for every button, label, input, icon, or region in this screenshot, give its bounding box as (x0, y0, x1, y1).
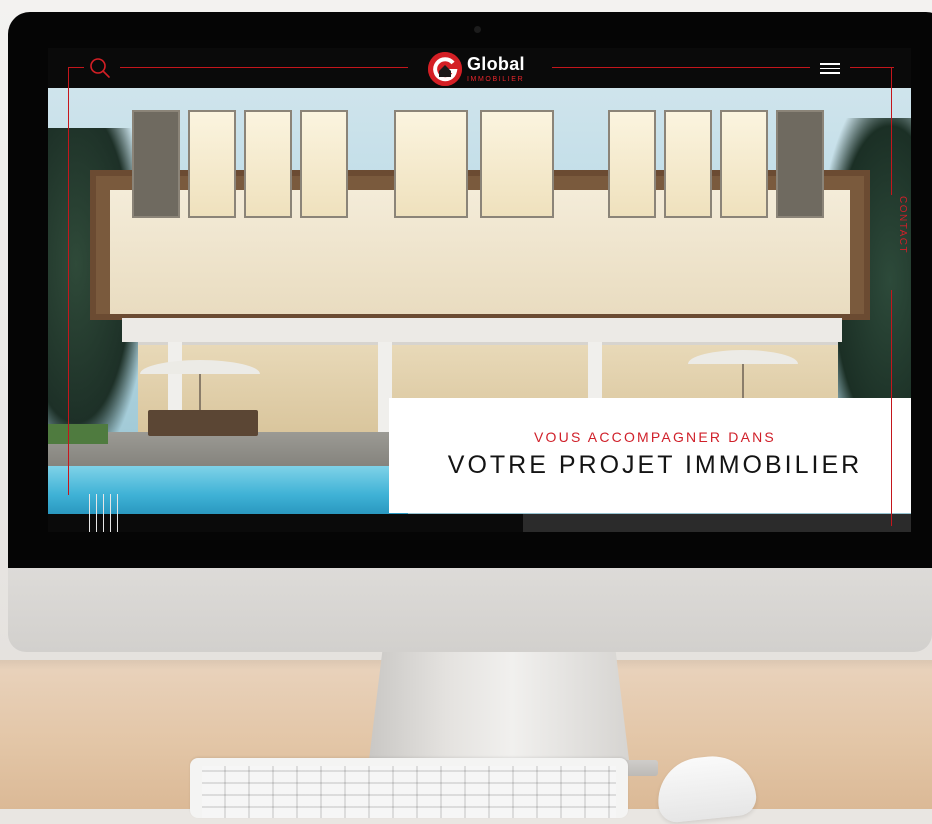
navbar-divider (120, 67, 408, 68)
villa-window (188, 110, 236, 218)
villa-window (480, 110, 554, 218)
villa-window (300, 110, 348, 218)
navbar-divider (68, 67, 84, 68)
frame-line-left (68, 67, 69, 495)
scroll-indicator (89, 494, 121, 532)
frame-line-right (891, 67, 892, 195)
hamburger-menu-icon (820, 72, 840, 74)
villa-slab (122, 318, 842, 342)
camera-icon (474, 26, 481, 33)
villa-window (394, 110, 468, 218)
bottom-strip (523, 514, 911, 532)
hamburger-menu-icon (820, 67, 840, 69)
hero-subtitle: VOUS ACCOMPAGNER DANS (534, 429, 776, 445)
hamburger-menu-button[interactable] (820, 60, 840, 76)
website-screen: Global IMMOBILIER VOUS ACCOMPAGNER DANS … (48, 48, 911, 532)
logo-tagline: IMMOBILIER (467, 76, 525, 83)
navbar-divider (552, 67, 810, 68)
imac-stand (368, 640, 630, 768)
lawn (48, 424, 108, 444)
villa-shutter (132, 110, 180, 218)
villa-shutter (776, 110, 824, 218)
g-house-logo-icon (428, 52, 462, 86)
contact-link[interactable]: CONTACT (894, 196, 908, 266)
imac-chin (8, 560, 932, 652)
villa-window (608, 110, 656, 218)
frame-line-right (891, 290, 892, 526)
search-icon (90, 58, 110, 78)
villa-window (720, 110, 768, 218)
navbar-divider (850, 67, 894, 68)
site-logo[interactable]: Global IMMOBILIER (428, 51, 525, 87)
navbar: Global IMMOBILIER (48, 48, 911, 88)
hero-card: VOUS ACCOMPAGNER DANS VOTRE PROJET IMMOB… (389, 398, 911, 513)
villa-window (244, 110, 292, 218)
hero-title: VOTRE PROJET IMMOBILIER (447, 451, 863, 479)
hamburger-menu-icon (820, 63, 840, 65)
patio-table (148, 410, 258, 436)
villa-window (664, 110, 712, 218)
search-button[interactable] (89, 57, 111, 79)
logo-name: Global (467, 54, 525, 74)
keyboard (190, 758, 628, 818)
